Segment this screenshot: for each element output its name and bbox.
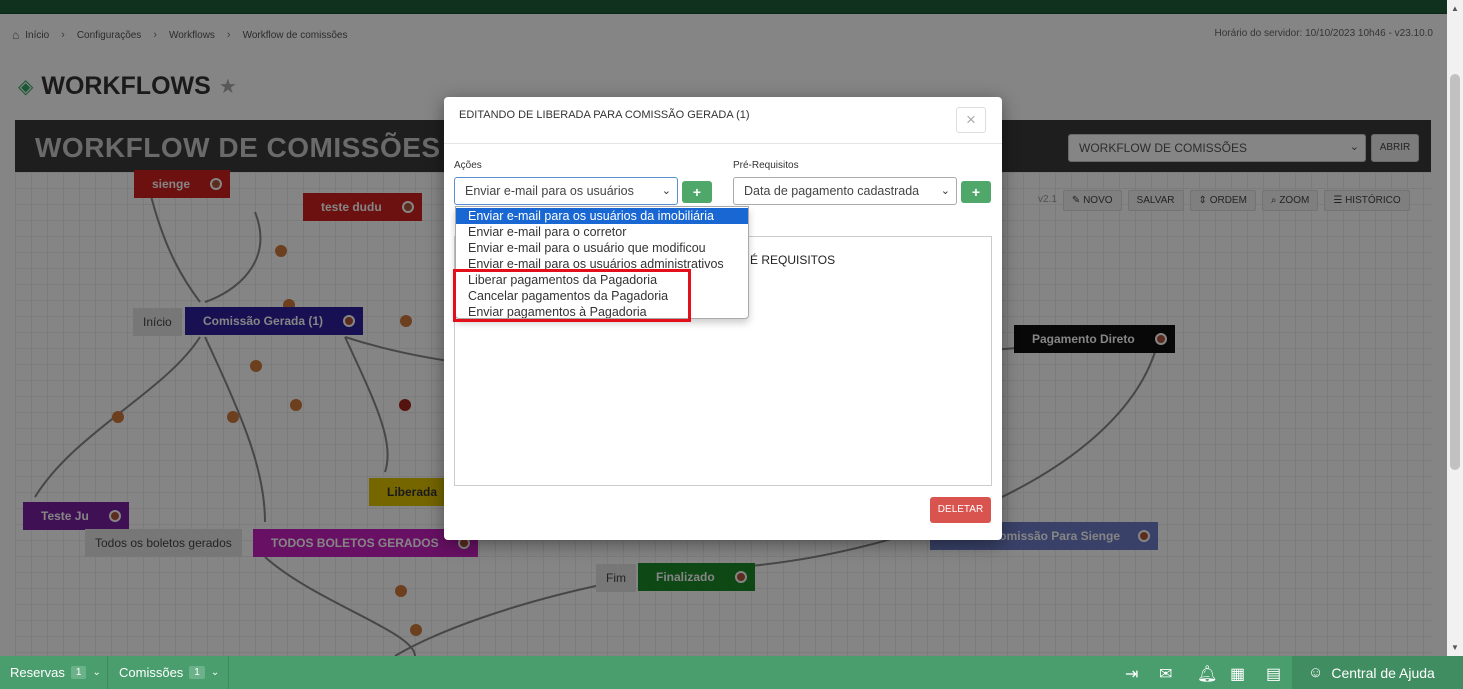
comissoes-count-badge: 1 xyxy=(189,666,205,679)
chat-icon: ☺ xyxy=(1308,664,1324,681)
reservas-tab[interactable]: Reservas 1 ⌄ xyxy=(10,665,101,680)
divider xyxy=(107,656,108,689)
help-center-button[interactable]: ☺ Central de Ajuda xyxy=(1292,656,1463,689)
actions-select[interactable]: Enviar e-mail para os usuários ⌄ xyxy=(454,177,678,205)
highlight-box xyxy=(453,269,691,322)
chevron-down-icon: ⌄ xyxy=(210,667,220,678)
chevron-down-icon: ⌄ xyxy=(92,667,101,678)
prerequisites-select[interactable]: Data de pagamento cadastrada ⌄ xyxy=(733,177,957,205)
scrollbar-thumb[interactable] xyxy=(1450,74,1460,470)
panel-heading: É REQUISITOS xyxy=(750,253,836,267)
chevron-down-icon: ⌄ xyxy=(938,184,950,197)
add-prerequisite-button[interactable]: + xyxy=(961,181,991,203)
delete-button[interactable]: DELETAR xyxy=(930,497,991,523)
reservas-label: Reservas xyxy=(10,665,65,680)
divider xyxy=(444,143,1002,144)
dropdown-option[interactable]: Enviar e-mail para o usuário que modific… xyxy=(456,240,748,256)
comissoes-tab[interactable]: Comissões 1 ⌄ xyxy=(119,665,219,680)
dropdown-option[interactable]: Enviar e-mail para o corretor xyxy=(456,224,748,240)
collapse-right-icon[interactable]: ⇥ xyxy=(1125,664,1138,684)
prerequisites-label: Pré-Requisitos xyxy=(733,160,799,171)
actions-select-value: Enviar e-mail para os usuários xyxy=(465,184,634,198)
dropdown-option[interactable]: Enviar e-mail para os usuários da imobil… xyxy=(456,208,748,224)
help-center-label: Central de Ajuda xyxy=(1331,664,1435,681)
prerequisites-select-value: Data de pagamento cadastrada xyxy=(744,184,920,198)
bottom-bar: Reservas 1 ⌄ Comissões 1 ⌄ ⇥ ✉ 🔔︎ ▦ ▤ ☺ … xyxy=(0,656,1463,689)
chevron-down-icon: ⌄ xyxy=(661,185,671,197)
mail-star-icon[interactable]: ✉ xyxy=(1159,664,1172,684)
comissoes-label: Comissões xyxy=(119,665,184,680)
page-scrollbar[interactable]: ▲ ▼ xyxy=(1447,0,1463,656)
calendar-icon[interactable]: ▦ xyxy=(1230,664,1245,684)
divider xyxy=(228,656,229,689)
scroll-down-icon[interactable]: ▼ xyxy=(1451,643,1459,652)
calculator-icon[interactable]: ▤ xyxy=(1266,664,1281,684)
bell-icon[interactable]: 🔔︎ xyxy=(1197,664,1217,684)
reservas-count-badge: 1 xyxy=(70,666,87,679)
close-button[interactable]: × xyxy=(956,107,986,133)
modal-title: EDITANDO DE LIBERADA PARA COMISSÃO GERAD… xyxy=(459,109,750,121)
actions-label: Ações xyxy=(454,160,482,171)
add-action-button[interactable]: + xyxy=(682,181,712,203)
app-root: ⌂ Início › Configurações › Workflows › W… xyxy=(0,0,1463,689)
scroll-up-icon[interactable]: ▲ xyxy=(1451,4,1459,13)
